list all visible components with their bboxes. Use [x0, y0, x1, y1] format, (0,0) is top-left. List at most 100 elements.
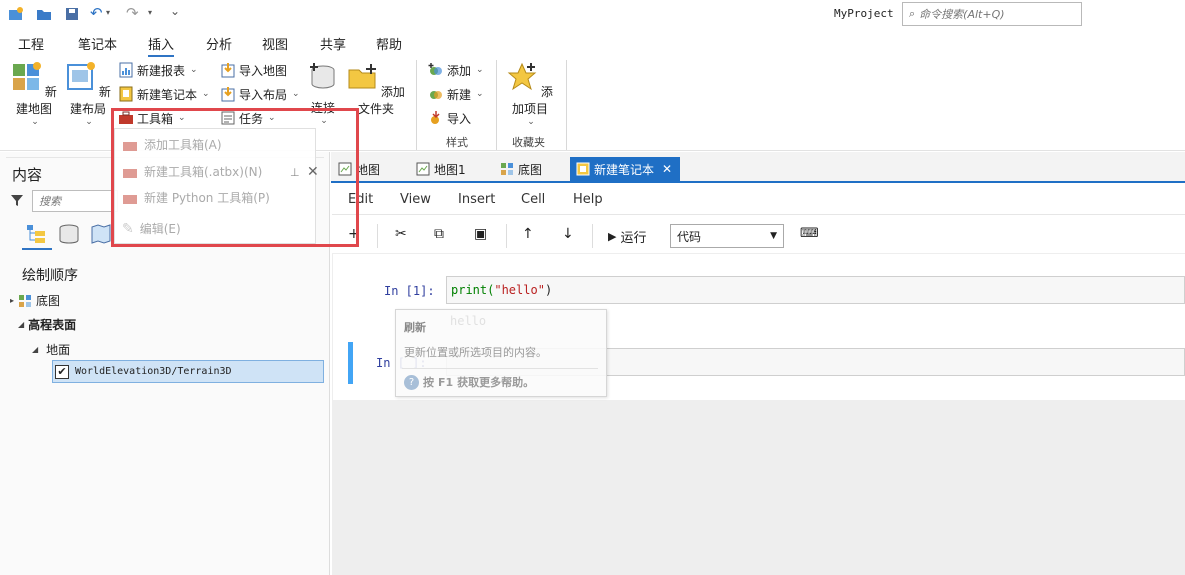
new-report-button[interactable]: 新建报表 ⌄: [118, 60, 198, 80]
style-new-button[interactable]: 新建 ⌄: [428, 84, 484, 104]
move-down-icon[interactable]: ↓: [562, 226, 574, 242]
import-map-icon: [221, 63, 235, 78]
toolbox-icon: [119, 111, 133, 124]
style-new-icon: [430, 91, 442, 99]
import-map-button[interactable]: 导入地图: [220, 60, 287, 80]
toolbar-sep: [592, 224, 593, 248]
save-icon[interactable]: [64, 6, 80, 22]
redo-icon[interactable]: ↷: [126, 4, 139, 22]
play-icon: ▶: [608, 230, 617, 243]
cut-icon[interactable]: ✂: [395, 226, 407, 242]
map-tab-icon: [338, 162, 352, 176]
command-search-input[interactable]: [919, 7, 1070, 21]
connect-button[interactable]: 连接 ⌄: [306, 62, 340, 126]
menu-extra-item[interactable]: ✎ 编辑(E): [122, 220, 181, 237]
tooltip-title: 刷新: [404, 321, 426, 334]
copy-icon[interactable]: ⧉: [434, 226, 444, 242]
notebook-icon: [119, 86, 133, 102]
collapse-triangle-icon[interactable]: ◢: [18, 320, 24, 329]
menu-help[interactable]: Help: [573, 192, 603, 207]
run-button[interactable]: ▶ 运行: [608, 227, 646, 246]
tab-project[interactable]: 工程: [18, 34, 44, 53]
doc-tab-new-notebook[interactable]: 新建笔记本 ✕: [570, 157, 680, 181]
database-connect-icon: [310, 63, 335, 89]
redo-dropdown-icon[interactable]: ▾: [148, 8, 152, 17]
new-map-button[interactable]: 新建地图 ⌄: [8, 62, 60, 127]
map-grid-icon: [13, 62, 42, 90]
menu-insert[interactable]: Insert: [458, 192, 495, 207]
add-folder-button[interactable]: 添加文件夹: [344, 62, 408, 117]
menu-view[interactable]: View: [400, 192, 431, 207]
import-layout-button[interactable]: 导入布局 ⌄: [220, 84, 300, 104]
insert-cell-icon[interactable]: +: [348, 226, 360, 242]
terrain-layer-row[interactable]: ✔ WorldElevation3D/Terrain3D: [52, 360, 324, 383]
toolbox-button[interactable]: 工具箱 ⌄: [118, 108, 186, 128]
doc-tab-map[interactable]: 地图: [332, 157, 386, 181]
list-by-source-icon[interactable]: [58, 224, 80, 244]
cell-type-select[interactable]: 代码 ▼: [670, 224, 784, 248]
close-pane-icon[interactable]: ✕: [307, 164, 319, 180]
refresh-tooltip: 刷新 更新位置或所选项目的内容。 ? 按 F1 获取更多帮助。: [395, 309, 607, 397]
tab-analysis[interactable]: 分析: [206, 34, 232, 53]
menu-edit[interactable]: Edit: [348, 192, 373, 207]
new-project-icon[interactable]: [8, 6, 24, 22]
tooltip-help-line: ? 按 F1 获取更多帮助。: [404, 374, 534, 390]
filter-icon[interactable]: [10, 193, 24, 207]
folder-add-icon: [348, 64, 377, 89]
report-icon: [119, 62, 133, 78]
close-tab-icon[interactable]: ✕: [662, 162, 672, 176]
menu-new-atbx-toolbox[interactable]: 新建工具箱(.atbx)(N): [122, 163, 262, 180]
customize-qat-icon[interactable]: ⌄: [170, 4, 180, 18]
cell1-code-editor[interactable]: print("hello"): [446, 276, 1185, 304]
menu-add-toolbox[interactable]: 添加工具箱(A): [122, 136, 222, 153]
tooltip-divider: [402, 368, 598, 369]
undo-icon[interactable]: ↶: [90, 4, 103, 22]
task-button[interactable]: 任务 ⌄: [220, 108, 276, 128]
task-icon: [221, 111, 235, 125]
tab-view[interactable]: 视图: [262, 34, 288, 53]
command-search-box[interactable]: ⌕: [902, 2, 1082, 26]
drawing-order-title: 绘制顺序: [22, 268, 78, 284]
cell1-prompt: In [1]:: [384, 284, 435, 298]
tab-share[interactable]: 共享: [320, 34, 346, 53]
contents-search-input[interactable]: [39, 194, 115, 208]
add-item-button[interactable]: 添加项目 ⌄: [504, 62, 556, 127]
layer-visibility-checkbox[interactable]: ✔: [55, 364, 69, 379]
style-import-button[interactable]: 导入: [428, 108, 471, 128]
import-layout-icon: [221, 87, 235, 102]
undo-dropdown-icon[interactable]: ▾: [106, 8, 110, 17]
doc-tab-basemap[interactable]: 底图: [494, 157, 548, 181]
collapse-triangle-icon[interactable]: ◢: [32, 345, 38, 354]
menu-cell[interactable]: Cell: [521, 192, 545, 207]
ground-surface-row[interactable]: ◢ 地面: [32, 341, 70, 358]
layer-basemap-row[interactable]: ▸ 底图: [10, 292, 60, 309]
doc-tab-map1[interactable]: 地图1: [410, 157, 472, 181]
expand-triangle-icon[interactable]: ▸: [10, 296, 14, 305]
tab-help[interactable]: 帮助: [376, 34, 402, 53]
search-icon: ⌕: [909, 7, 916, 20]
new-layout-button[interactable]: 新建布局 ⌄: [62, 62, 114, 127]
style-group-label: 样式: [446, 136, 468, 149]
move-up-icon[interactable]: ↑: [522, 226, 534, 242]
star-add-icon: [507, 62, 537, 91]
basemap-tab-icon: [501, 163, 513, 175]
contents-title: 内容: [12, 166, 43, 184]
notebook-tab-icon: [576, 162, 590, 176]
style-add-button[interactable]: 添加 ⌄: [428, 60, 484, 80]
elevation-surfaces-row[interactable]: ◢ 高程表面: [18, 316, 76, 333]
contents-search-box[interactable]: [32, 190, 118, 212]
tab-insert[interactable]: 插入: [148, 34, 175, 57]
toolbar-sep: [506, 224, 507, 248]
tab-notebook[interactable]: 笔记本: [78, 34, 117, 53]
paste-icon[interactable]: ▣: [474, 226, 487, 242]
list-by-drawing-order-icon[interactable]: [26, 224, 48, 244]
toolbox-new-icon: [123, 168, 137, 178]
chevron-down-icon: ▼: [770, 231, 777, 241]
menu-new-python-toolbox[interactable]: 新建 Python 工具箱(P): [122, 189, 270, 206]
keyboard-icon[interactable]: ⌨: [800, 226, 819, 241]
new-notebook-button[interactable]: 新建笔记本 ⌄: [118, 84, 210, 104]
pin-pane-icon[interactable]: ⊥: [290, 166, 300, 179]
toolbar-sep: [377, 224, 378, 248]
open-folder-icon[interactable]: [36, 6, 52, 22]
list-by-selection-icon[interactable]: [90, 224, 112, 244]
